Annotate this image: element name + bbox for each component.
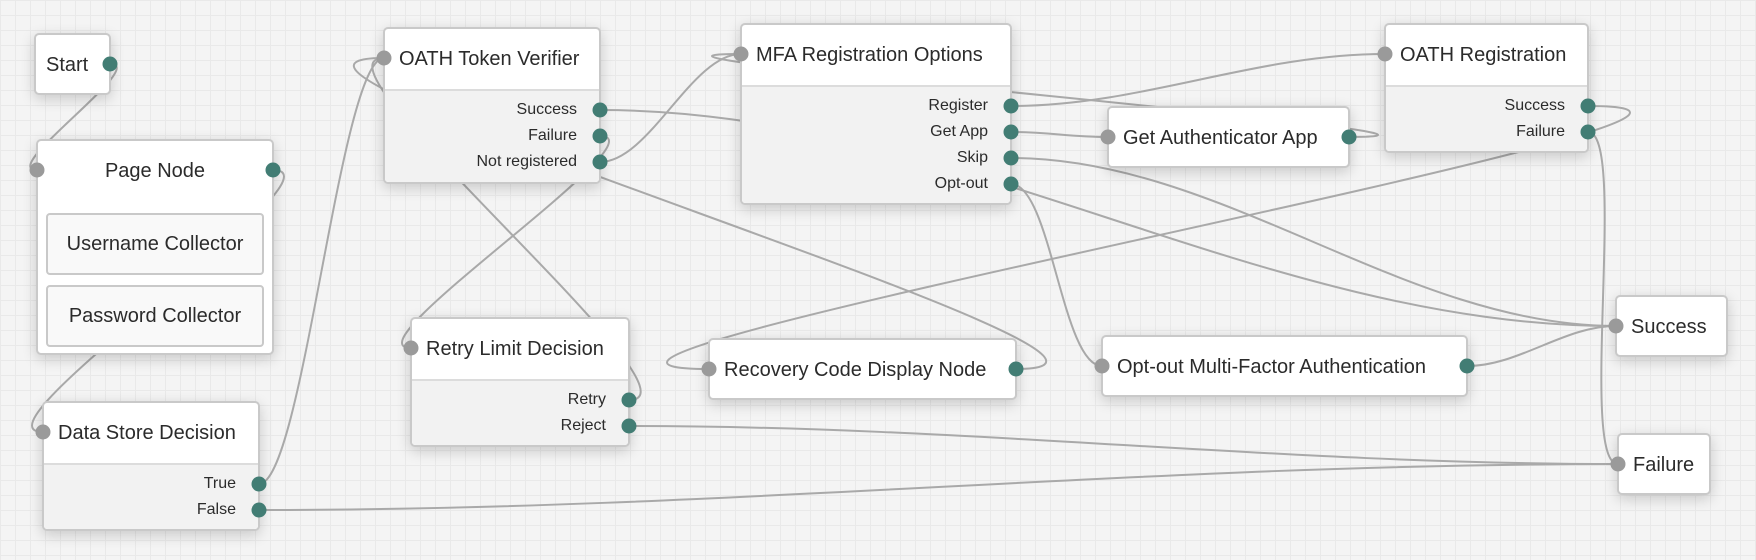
input-port-oathverifier[interactable] [376,50,392,66]
node-oath-registration[interactable]: OATH Registration Success Failure [1384,23,1589,153]
child-node-password-collector[interactable]: Password Collector [46,285,264,347]
node-title: OATH Token Verifier [399,47,580,70]
outcome-port-mfaoptions-register[interactable] [1003,98,1019,114]
outcome-label-success: Success [516,101,577,118]
outcome-label-opt-out: Opt-out [934,175,988,192]
node-title: Page Node [104,159,206,182]
node-oath-token-verifier[interactable]: OATH Token Verifier Success Failure Not reg… [383,27,601,184]
tree-canvas[interactable]: Start Page Node Username Collector Password… [0,0,1756,560]
outcome-label-failure: Failure [1516,123,1565,140]
node-title: MFA Registration Options [756,43,983,66]
node-success[interactable]: Success [1615,295,1728,357]
outcome-port-mfaoptions-get-app[interactable] [1003,124,1019,140]
outcome-label-register: Register [928,97,988,114]
output-port-page[interactable] [265,162,281,178]
node-page-node[interactable]: Page Node Username Collector Password Coll… [36,139,274,355]
node-title: Success [1631,315,1707,338]
outcome-label-reject: Reject [560,417,606,434]
node-title: Get Authenticator App [1123,126,1318,149]
connection-datastore-true-to-oathverifier[interactable] [258,57,385,485]
outcome-port-retry-retry[interactable] [621,392,637,408]
node-data-store-decision[interactable]: Data Store Decision True False [42,401,260,531]
outcome-port-datastore-true[interactable] [251,476,267,492]
outcome-port-datastore-false[interactable] [251,502,267,518]
node-get-authenticator-app[interactable]: Get Authenticator App [1107,106,1350,168]
node-title: Opt-out Multi-Factor Authentication [1117,355,1427,378]
input-port-recovery[interactable] [701,361,717,377]
connection-datastore-false-to-failure[interactable] [258,463,1619,511]
node-title: Recovery Code Display Node [724,358,987,381]
node-mfa-registration-options[interactable]: MFA Registration Options Register Get App S… [740,23,1012,205]
connection-mfaoptions-skip-to-success[interactable] [1010,157,1617,327]
input-port-failure[interactable] [1610,456,1626,472]
outcome-port-mfaoptions-skip[interactable] [1003,150,1019,166]
outcome-port-oathverifier-success[interactable] [592,102,608,118]
input-port-mfaoptions[interactable] [733,46,749,62]
outcome-label-skip: Skip [956,149,988,166]
outcome-port-oathreg-failure[interactable] [1580,124,1596,140]
output-port-start[interactable] [102,56,118,72]
child-node-username-collector[interactable]: Username Collector [46,213,264,275]
outcome-label-false: False [196,501,236,518]
outcomes-panel [44,463,258,529]
input-port-retry[interactable] [403,340,419,356]
outcome-label-not-registered: Not registered [476,153,578,170]
node-title: Failure [1633,453,1695,476]
connection-mfaoptions-register-to-oathreg[interactable] [1010,53,1386,107]
input-port-optout[interactable] [1094,358,1110,374]
input-port-page[interactable] [29,162,45,178]
connection-mfaoptions-get-app-to-getapp[interactable] [1010,131,1109,138]
outcome-port-oathverifier-failure[interactable] [592,128,608,144]
outcome-label-get-app: Get App [930,123,988,140]
node-retry-limit-decision[interactable]: Retry Limit Decision Retry Reject [410,317,630,447]
output-port-getapp[interactable] [1341,129,1357,145]
node-title: Retry Limit Decision [426,337,604,360]
node-title: Data Store Decision [58,421,236,444]
input-port-getapp[interactable] [1100,129,1116,145]
outcome-label-retry: Retry [567,391,606,408]
connection-oathreg-failure-to-failure[interactable] [1587,131,1619,465]
outcome-port-oathreg-success[interactable] [1580,98,1596,114]
output-port-recovery[interactable] [1008,361,1024,377]
output-port-optout[interactable] [1459,358,1475,374]
connection-retry-reject-to-failure[interactable] [628,425,1619,465]
outcome-label-failure: Failure [528,127,577,144]
node-title: OATH Registration [1400,43,1567,66]
outcomes-panel [412,379,628,445]
outcome-label-success: Success [1504,97,1565,114]
connection-oathverifier-not-registered-to-mfaoptions[interactable] [599,53,742,163]
input-port-success[interactable] [1608,318,1624,334]
input-port-oathreg[interactable] [1377,46,1393,62]
node-recovery-code-display-node[interactable]: Recovery Code Display Node [708,338,1017,400]
node-failure[interactable]: Failure [1617,433,1711,495]
connection-optout-to-success[interactable] [1466,325,1617,367]
outcome-port-retry-reject[interactable] [621,418,637,434]
input-port-datastore[interactable] [35,424,51,440]
node-opt-out-multi-factor-authentication[interactable]: Opt-out Multi-Factor Authentication [1101,335,1468,397]
outcome-port-oathverifier-not-registered[interactable] [592,154,608,170]
outcomes-panel [1386,85,1587,151]
outcome-label-true: True [203,475,236,492]
outcome-port-mfaoptions-opt-out[interactable] [1003,176,1019,192]
node-start[interactable]: Start [34,33,111,95]
connection-mfaoptions-opt-out-to-optout[interactable] [1010,183,1103,367]
node-title: Start [46,53,89,76]
